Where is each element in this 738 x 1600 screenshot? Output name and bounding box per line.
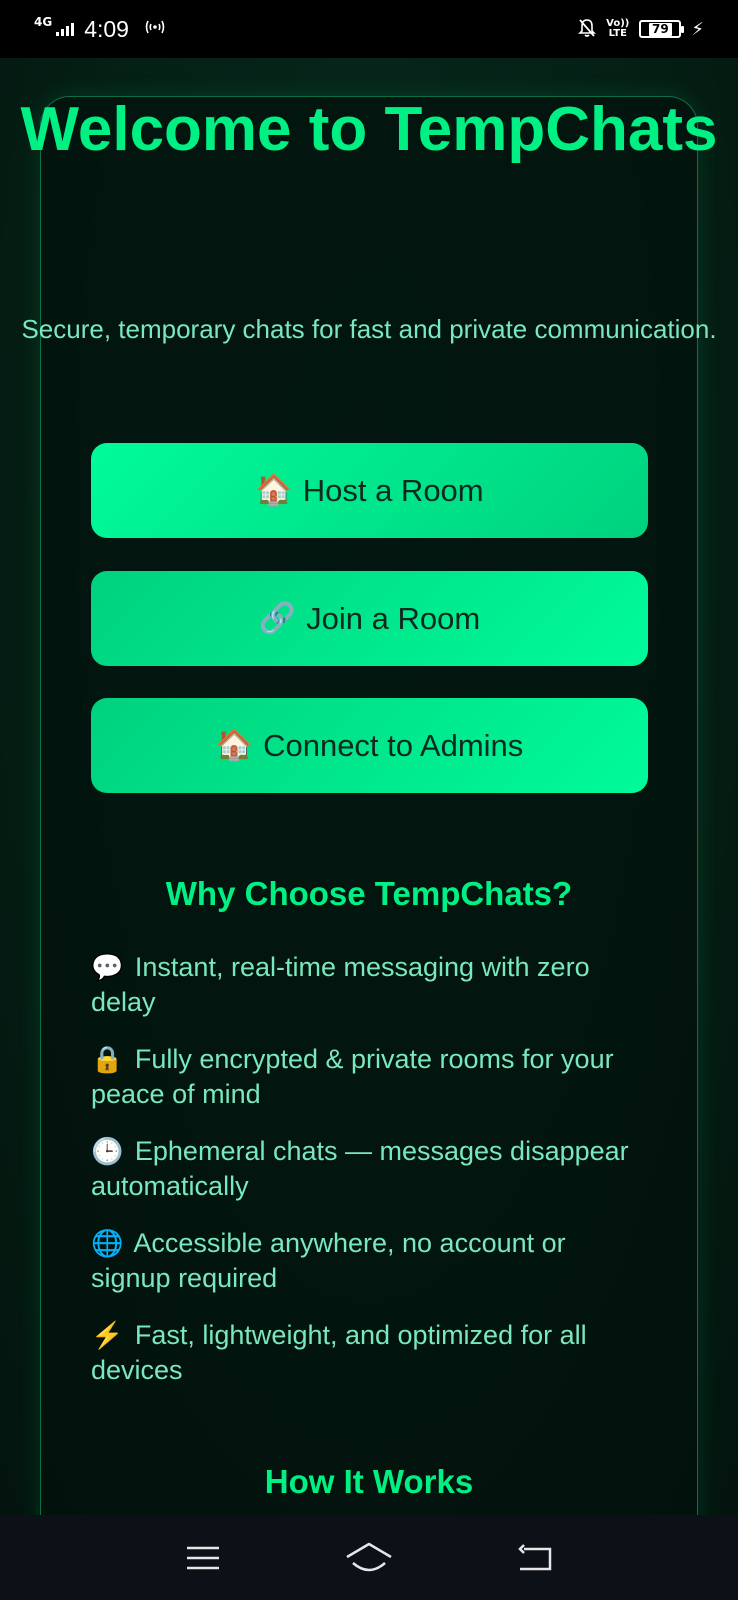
feature-list: 💬 Instant, real-time messaging with zero… <box>91 950 651 1410</box>
join-room-button[interactable]: 🔗 Join a Room <box>91 571 648 666</box>
host-room-label: Host a Room <box>302 472 484 508</box>
feature-text: Instant, real-time messaging with zero d… <box>91 952 590 1017</box>
why-heading: Why Choose TempChats? <box>165 875 573 912</box>
feature-item: 🌐 Accessible anywhere, no account or sig… <box>91 1226 651 1296</box>
charging-icon: ⚡ <box>691 18 704 40</box>
feature-text: Fast, lightweight, and optimized for all… <box>91 1320 587 1385</box>
menu-icon[interactable] <box>173 1533 233 1583</box>
mute-bell-icon <box>578 18 597 41</box>
volte-bottom: LTE <box>608 28 627 39</box>
speech-bubble-icon: 💬 <box>91 952 124 982</box>
how-heading: How It Works <box>264 1463 474 1500</box>
feature-text: Fully encrypted & private rooms for your… <box>91 1044 614 1109</box>
join-room-label: Join a Room <box>306 600 481 636</box>
volte-indicator: Vo)) LTE <box>606 19 629 39</box>
page-subtitle: Secure, temporary chats for fast and pri… <box>21 314 717 344</box>
clock-icon: 🕒 <box>91 1136 124 1166</box>
status-bar: 4G 4:09 Vo)) LTE 79 ⚡ <box>0 0 738 58</box>
signal-icon <box>56 22 75 36</box>
clock: 4:09 <box>84 15 129 42</box>
network-type: 4G <box>34 15 53 29</box>
host-room-button[interactable]: 🏠 Host a Room <box>91 443 648 538</box>
status-left: 4G 4:09 <box>34 16 165 43</box>
connect-admins-label: Connect to Admins <box>263 727 524 763</box>
house-icon: 🏠 <box>255 474 293 507</box>
page-title: Welcome to TempChats <box>20 95 718 164</box>
link-icon: 🔗 <box>258 602 297 635</box>
system-nav-bar <box>0 1515 738 1600</box>
feature-text: Ephemeral chats — messages disappear aut… <box>91 1136 629 1201</box>
feature-item: 💬 Instant, real-time messaging with zero… <box>91 950 651 1020</box>
back-icon[interactable] <box>505 1533 565 1583</box>
feature-item: 🔒 Fully encrypted & private rooms for yo… <box>91 1042 651 1112</box>
battery-level: 79 <box>649 22 672 36</box>
feature-text: Accessible anywhere, no account or signu… <box>91 1228 566 1293</box>
connect-admins-button[interactable]: 🏠 Connect to Admins <box>91 698 648 793</box>
hotspot-icon <box>145 19 165 39</box>
house-icon: 🏠 <box>215 729 254 762</box>
feature-item: 🕒 Ephemeral chats — messages disappear a… <box>91 1134 651 1204</box>
battery-icon: 79 <box>639 20 685 38</box>
home-icon[interactable] <box>339 1533 399 1583</box>
globe-icon: 🌐 <box>91 1228 124 1258</box>
status-right: Vo)) LTE 79 ⚡ <box>578 18 704 41</box>
lock-icon: 🔒 <box>91 1044 124 1074</box>
feature-item: ⚡ Fast, lightweight, and optimized for a… <box>91 1318 651 1388</box>
lightning-icon: ⚡ <box>91 1320 124 1350</box>
